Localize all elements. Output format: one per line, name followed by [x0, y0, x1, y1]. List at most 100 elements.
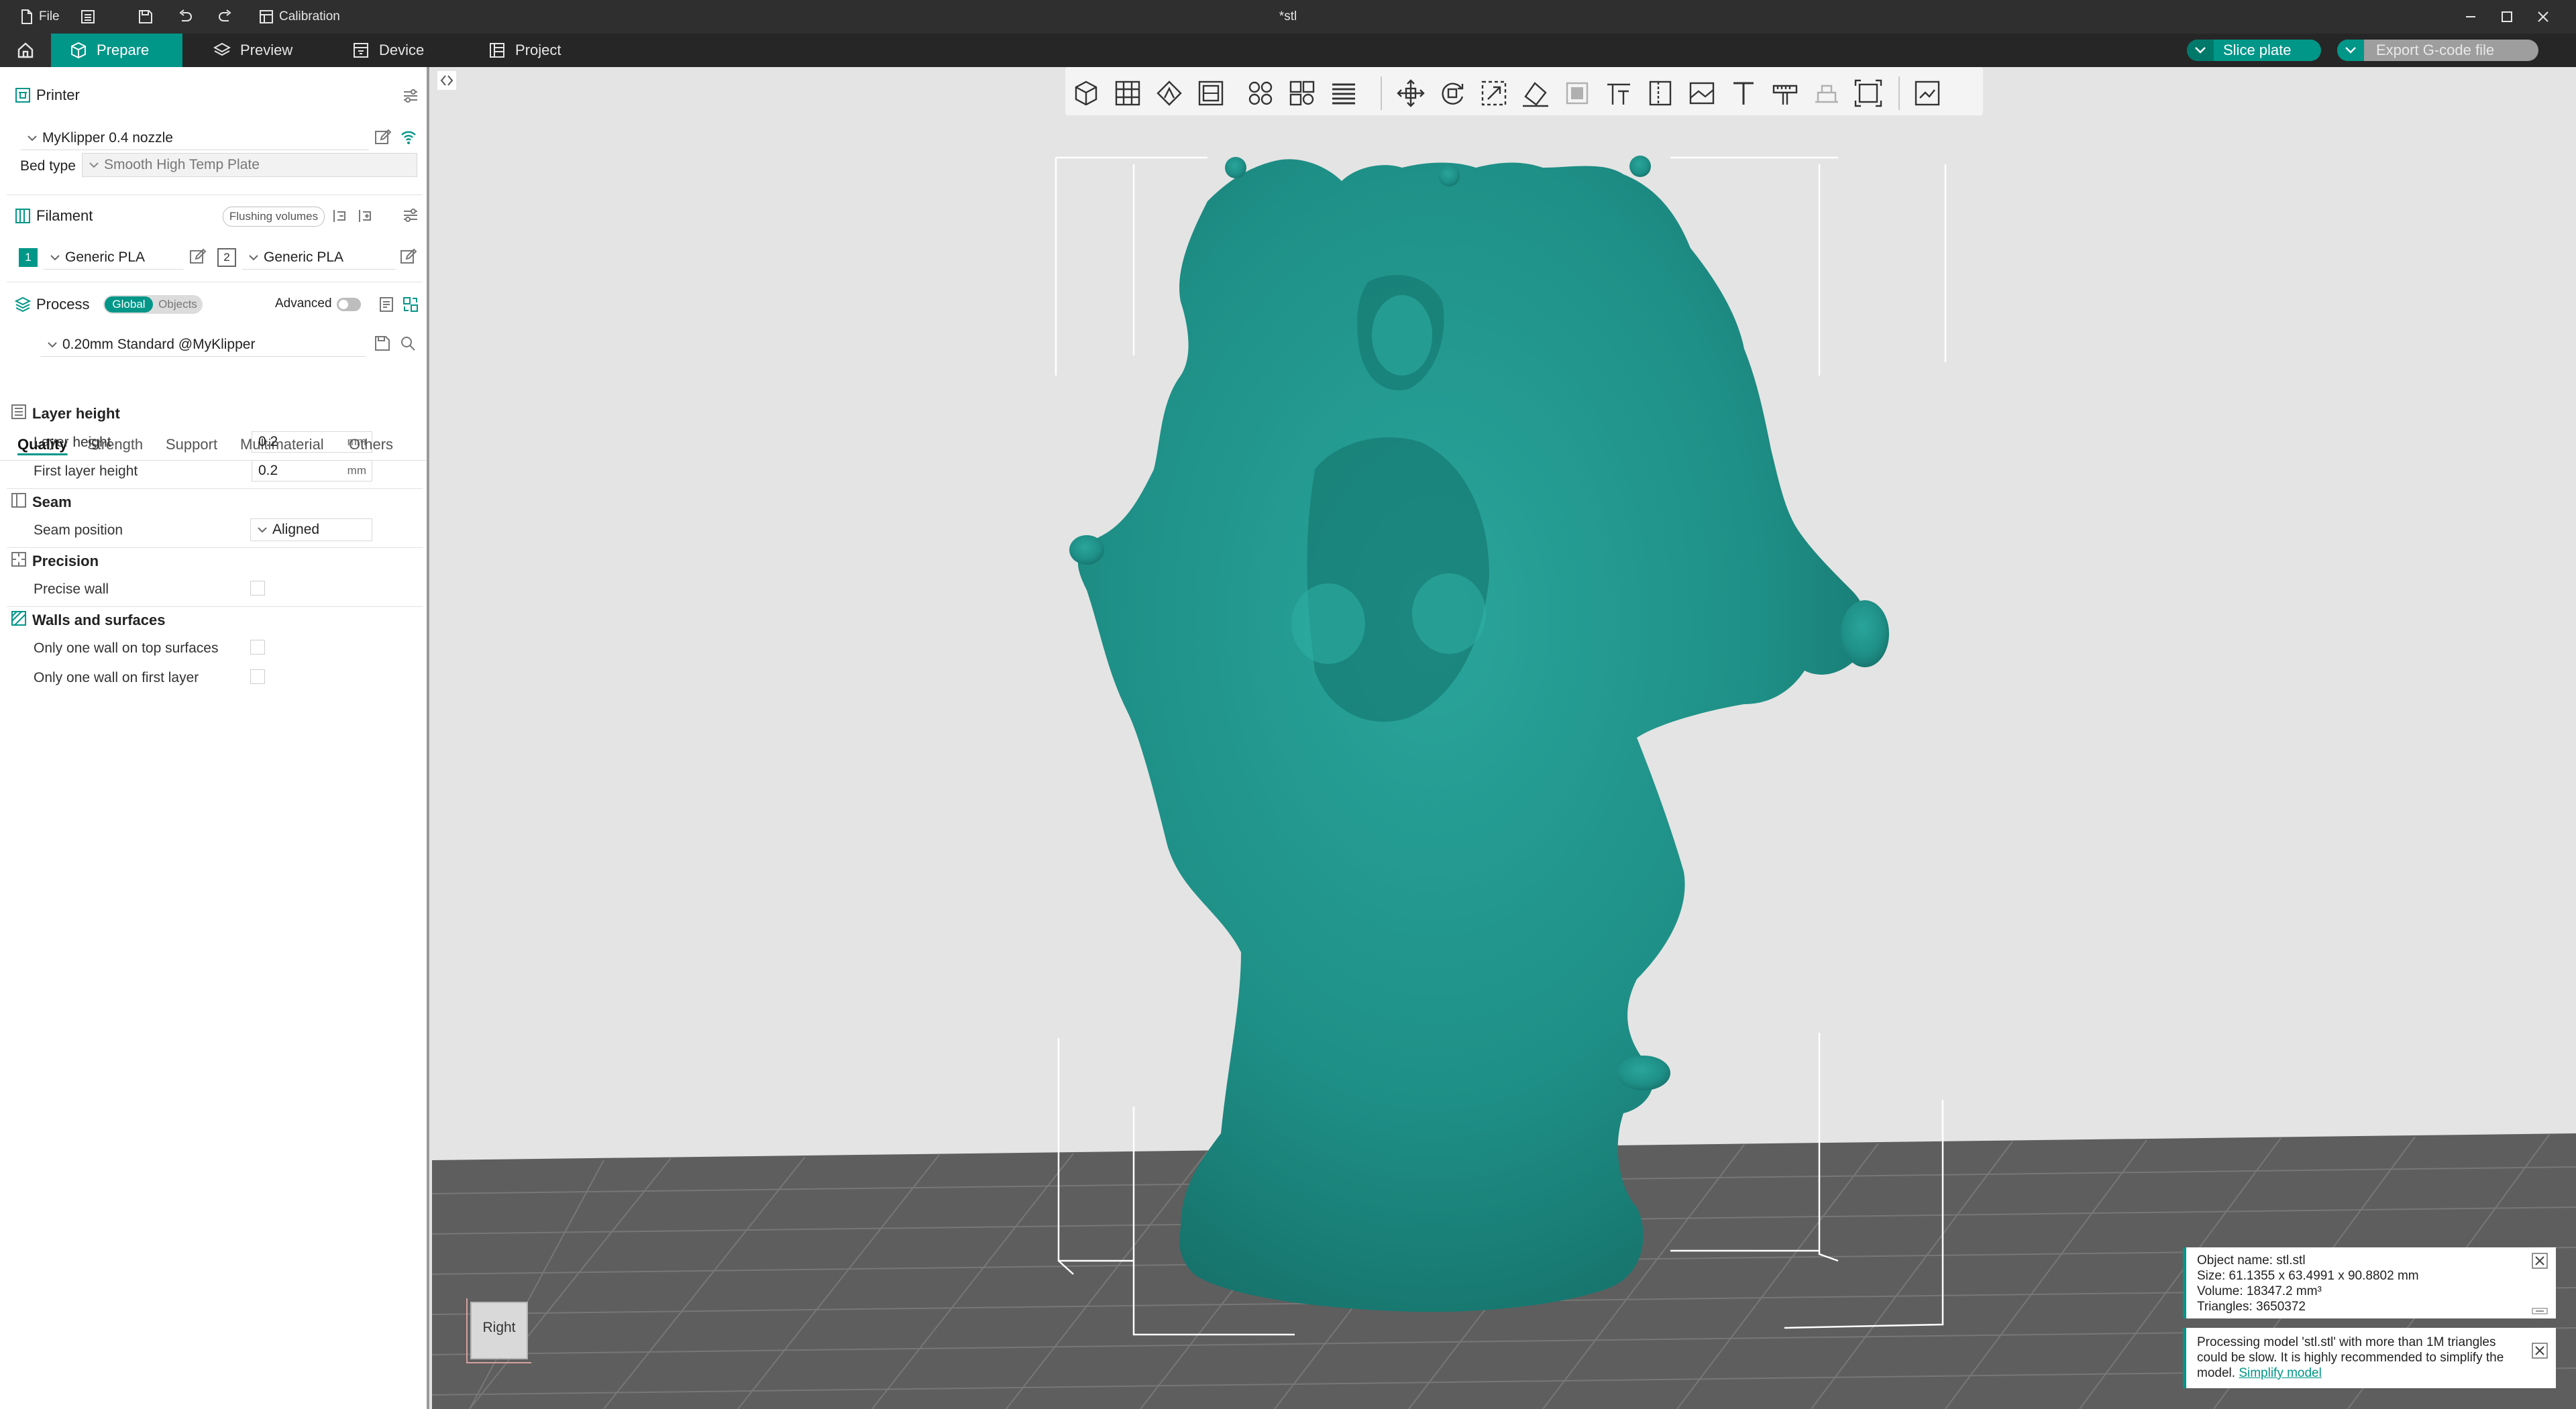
printer-select[interactable]: MyKlipper 0.4 nozzle — [20, 126, 369, 150]
split-parts-button[interactable] — [1287, 78, 1318, 109]
close-icon[interactable] — [2532, 1253, 2548, 1269]
filament-section-title: Filament — [36, 207, 93, 224]
compare-presets-icon[interactable] — [378, 296, 394, 313]
color-paint-button[interactable] — [1686, 78, 1717, 109]
assembly-view-button[interactable] — [1912, 78, 1943, 109]
view-cube[interactable]: Right — [462, 1293, 535, 1367]
assembly-icon — [1815, 84, 1838, 103]
precise-wall-checkbox[interactable] — [250, 581, 265, 596]
scope-toggle[interactable]: Global Objects — [103, 295, 203, 314]
tab-prepare[interactable]: Prepare — [51, 34, 182, 67]
collapse-sidebar-button[interactable] — [437, 71, 456, 90]
measure-button[interactable] — [1770, 78, 1801, 109]
rotate-button[interactable] — [1437, 78, 1468, 109]
add-plate-button[interactable] — [1112, 78, 1143, 109]
tab-preview[interactable]: Preview — [195, 34, 311, 67]
toolbar-separator — [1381, 76, 1382, 110]
add-object-button[interactable] — [1071, 78, 1102, 109]
filament-slot-1-select[interactable]: Generic PLA — [43, 245, 184, 270]
seam-paint-icon — [1649, 80, 1672, 106]
layer-height-input[interactable]: 0.2 mm — [252, 431, 372, 453]
close-icon[interactable] — [2532, 1343, 2548, 1359]
arrange-button[interactable] — [1195, 78, 1226, 109]
slice-options-dropdown[interactable] — [2187, 40, 2214, 61]
chevron-down-icon — [48, 342, 57, 348]
text-icon — [1733, 82, 1754, 105]
maximize-button[interactable] — [2500, 0, 2514, 34]
scene-canvas[interactable] — [432, 67, 2576, 1409]
edit-printer-icon[interactable] — [374, 129, 392, 146]
chevron-down-icon — [28, 135, 37, 142]
support-paint-button[interactable] — [1603, 78, 1634, 109]
title-bar: File Calibration *stl — [0, 0, 2576, 34]
move-button[interactable] — [1395, 78, 1426, 109]
tab-support[interactable]: Support — [166, 436, 217, 453]
one-wall-top-checkbox[interactable] — [250, 640, 265, 655]
window-title: *stl — [1279, 9, 1297, 23]
tab-device[interactable]: Device — [333, 34, 443, 67]
seam-position-select[interactable]: Aligned — [250, 518, 372, 541]
simplify-model-link[interactable]: Simplify model — [2239, 1366, 2322, 1380]
filament-slot-2-name: Generic PLA — [264, 249, 344, 265]
filament-slot-2-select[interactable]: Generic PLA — [241, 245, 396, 270]
lay-on-face-button[interactable] — [1520, 78, 1551, 109]
scale-button[interactable] — [1479, 78, 1509, 109]
unit-label: mm — [347, 435, 366, 448]
export-gcode-button[interactable]: Export G-code file — [2337, 40, 2538, 61]
edit-filament-icon[interactable] — [189, 248, 207, 266]
cut-button[interactable] — [1562, 78, 1593, 109]
process-preset-value: 0.20mm Standard @MyKlipper — [62, 337, 256, 352]
3d-model[interactable] — [1069, 156, 1889, 1312]
remove-filament-icon[interactable] — [331, 208, 347, 224]
tab-project-label: Project — [515, 42, 561, 58]
filament-section-header: Filament Flushing volumes — [0, 196, 427, 236]
orient-button[interactable] — [1154, 78, 1185, 109]
seam-paint-button[interactable] — [1645, 78, 1676, 109]
home-button[interactable] — [0, 34, 51, 67]
chevron-down-icon — [249, 255, 258, 261]
one-wall-first-layer-checkbox[interactable] — [250, 669, 265, 684]
view-cube-face-label: Right — [482, 1320, 516, 1335]
minimize-button[interactable] — [2463, 0, 2478, 34]
filament-slot-1-badge[interactable]: 1 — [19, 248, 38, 267]
assembly-button[interactable] — [1811, 78, 1842, 109]
split-objects-button[interactable] — [1245, 78, 1276, 109]
save-preset-icon[interactable] — [374, 335, 390, 351]
variable-layer-button[interactable] — [1328, 78, 1359, 109]
printer-settings-icon[interactable] — [402, 89, 419, 103]
walls-icon — [11, 611, 26, 626]
object-size: Size: 61.1355 x 63.4991 x 90.8802 mm — [2197, 1269, 2419, 1283]
unit-label: mm — [347, 464, 366, 477]
process-preset-select[interactable]: 0.20mm Standard @MyKlipper — [40, 333, 366, 357]
layer-height-value: 0.2 — [258, 434, 278, 449]
objects-toggle[interactable]: Objects — [154, 296, 201, 313]
filament-slot-2-badge[interactable]: 2 — [217, 248, 236, 267]
advanced-toggle[interactable] — [337, 298, 361, 311]
close-window-button[interactable] — [2536, 0, 2551, 34]
settings-sidebar: Printer MyKlipper 0.4 nozzle Bed type Sm… — [0, 67, 429, 1409]
add-filament-icon[interactable] — [357, 208, 373, 224]
first-layer-height-input[interactable]: 0.2 mm — [252, 460, 372, 482]
device-icon — [354, 43, 368, 58]
tab-project[interactable]: Project — [470, 34, 580, 67]
global-toggle[interactable]: Global — [105, 296, 153, 313]
collapse-icon[interactable] — [2532, 1308, 2548, 1314]
export-gcode-label: Export G-code file — [2376, 42, 2495, 58]
sync-presets-icon[interactable] — [402, 296, 419, 313]
3d-viewport[interactable] — [432, 67, 2576, 1409]
minimize-icon — [2466, 16, 2475, 17]
export-options-dropdown[interactable] — [2337, 40, 2364, 61]
text-button[interactable] — [1728, 78, 1759, 109]
fit-view-button[interactable] — [1853, 78, 1884, 109]
wifi-icon[interactable] — [400, 129, 417, 146]
slice-plate-button[interactable]: Slice plate — [2187, 40, 2321, 61]
group-title-seam: Seam — [32, 494, 72, 510]
flushing-volumes-button[interactable]: Flushing volumes — [223, 207, 325, 227]
bed-type-value: Smooth High Temp Plate — [104, 157, 260, 172]
filament-settings-icon[interactable] — [402, 208, 419, 223]
bed-type-select[interactable]: Smooth High Temp Plate — [82, 153, 417, 177]
search-icon[interactable] — [400, 335, 416, 351]
edit-filament-icon[interactable] — [400, 248, 417, 266]
scale-icon — [1481, 80, 1507, 106]
tab-preview-label: Preview — [240, 42, 293, 58]
